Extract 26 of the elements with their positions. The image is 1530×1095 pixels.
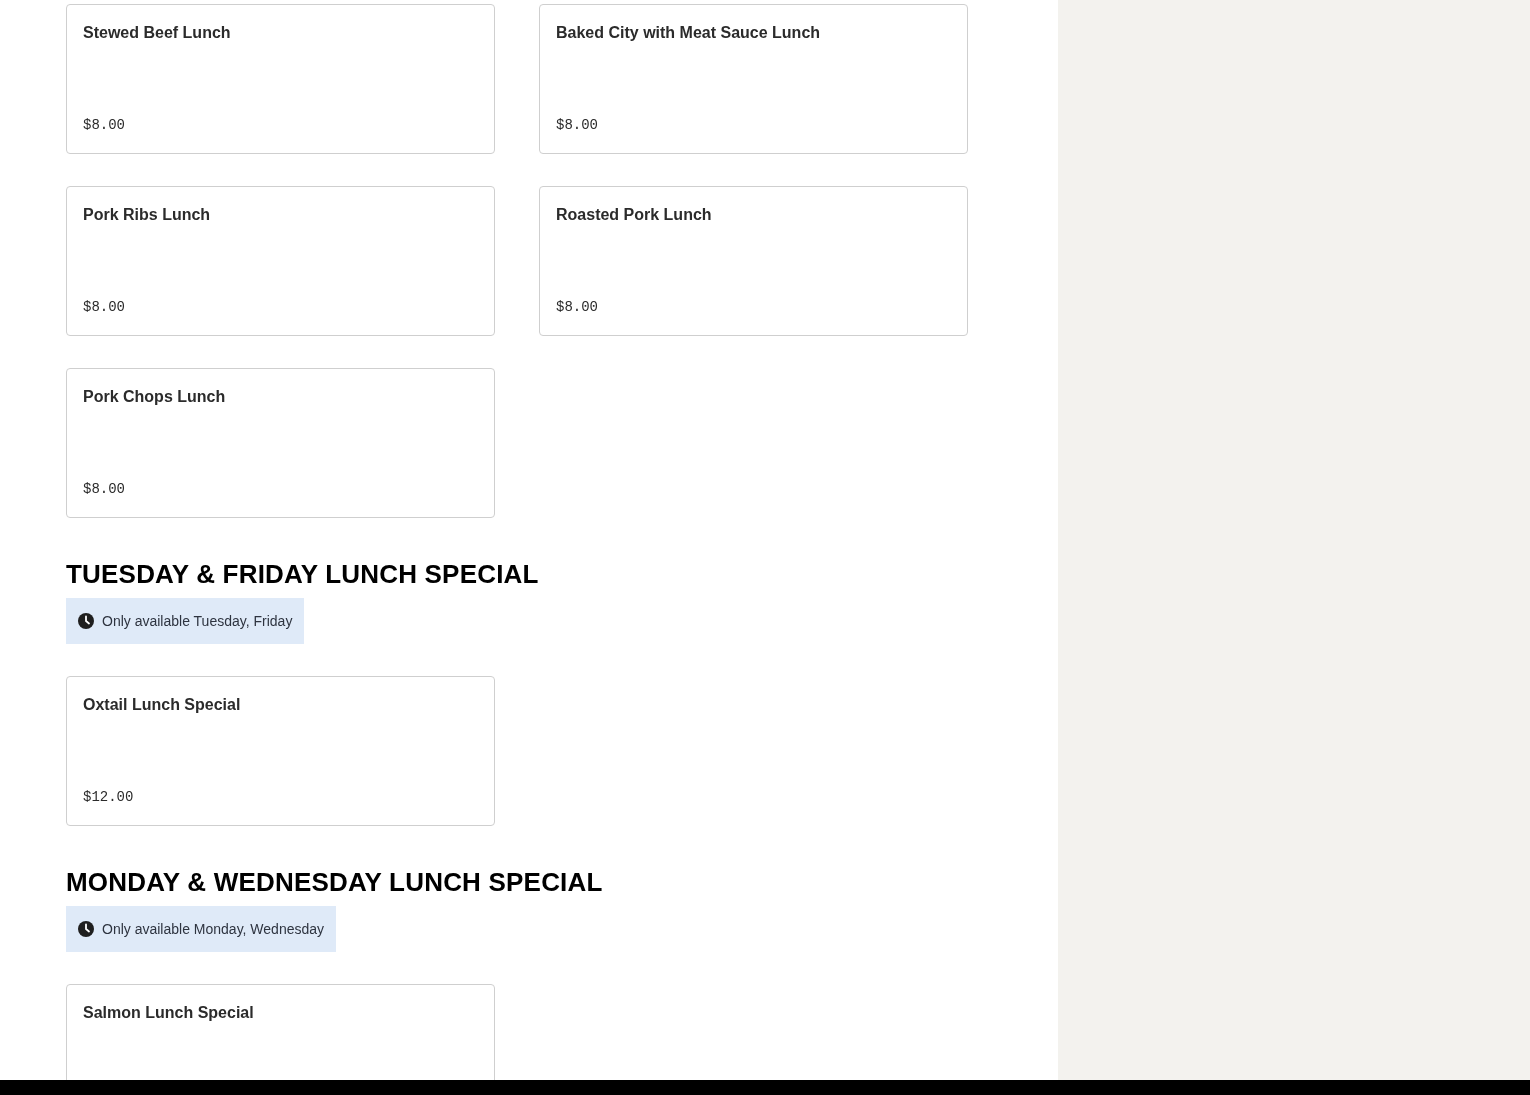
item-price: $8.00 — [556, 116, 598, 135]
clock-icon — [78, 921, 94, 937]
clock-icon — [78, 613, 94, 629]
menu-item-card[interactable]: Pork Chops Lunch $8.00 — [66, 368, 495, 518]
item-name: Roasted Pork Lunch — [556, 205, 713, 225]
item-name: Pork Chops Lunch — [83, 387, 227, 407]
menu-item-card[interactable]: Salmon Lunch Special — [66, 984, 495, 1080]
item-price: $12.00 — [83, 788, 134, 807]
section-heading: TUESDAY & FRIDAY LUNCH SPECIAL — [66, 558, 540, 591]
item-name: Baked City with Meat Sauce Lunch — [556, 23, 822, 43]
item-name: Stewed Beef Lunch — [83, 23, 232, 43]
item-name: Oxtail Lunch Special — [83, 695, 242, 715]
menu-item-card[interactable]: Pork Ribs Lunch $8.00 — [66, 186, 495, 336]
menu-item-card[interactable]: Baked City with Meat Sauce Lunch $8.00 — [539, 4, 968, 154]
menu-item-card[interactable]: Oxtail Lunch Special $12.00 — [66, 676, 495, 826]
section-heading: MONDAY & WEDNESDAY LUNCH SPECIAL — [66, 866, 604, 899]
item-name: Salmon Lunch Special — [83, 1003, 255, 1023]
item-price: $8.00 — [83, 298, 125, 317]
availability-text: Only available Tuesday, Friday — [102, 612, 293, 631]
item-price: $8.00 — [83, 116, 125, 135]
menu-item-card[interactable]: Stewed Beef Lunch $8.00 — [66, 4, 495, 154]
item-price: $8.00 — [556, 298, 598, 317]
menu-item-card[interactable]: Roasted Pork Lunch $8.00 — [539, 186, 968, 336]
item-name: Pork Ribs Lunch — [83, 205, 212, 225]
item-price: $8.00 — [83, 480, 125, 499]
availability-text: Only available Monday, Wednesday — [102, 920, 325, 939]
